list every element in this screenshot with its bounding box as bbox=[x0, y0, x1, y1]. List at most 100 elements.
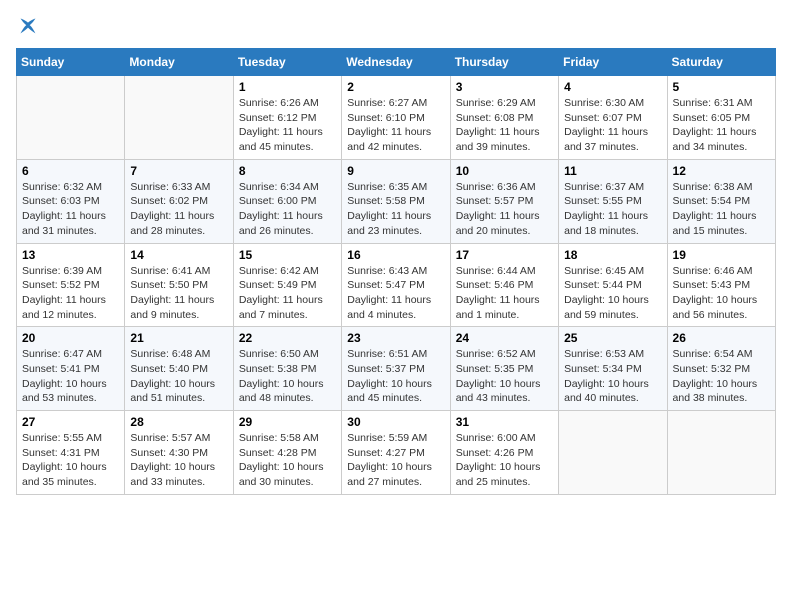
calendar-cell: 29 Sunrise: 5:58 AMSunset: 4:28 PMDayligh… bbox=[233, 411, 341, 495]
day-info: Sunrise: 6:34 AMSunset: 6:00 PMDaylight:… bbox=[239, 180, 336, 239]
day-number: 28 bbox=[130, 415, 227, 429]
calendar-cell: 22 Sunrise: 6:50 AMSunset: 5:38 PMDayligh… bbox=[233, 327, 341, 411]
calendar-cell: 30 Sunrise: 5:59 AMSunset: 4:27 PMDayligh… bbox=[342, 411, 450, 495]
day-info: Sunrise: 6:27 AMSunset: 6:10 PMDaylight:… bbox=[347, 96, 444, 155]
day-number: 29 bbox=[239, 415, 336, 429]
day-number: 9 bbox=[347, 164, 444, 178]
day-info: Sunrise: 6:47 AMSunset: 5:41 PMDaylight:… bbox=[22, 347, 119, 406]
day-info: Sunrise: 6:50 AMSunset: 5:38 PMDaylight:… bbox=[239, 347, 336, 406]
day-info: Sunrise: 6:39 AMSunset: 5:52 PMDaylight:… bbox=[22, 264, 119, 323]
day-info: Sunrise: 6:43 AMSunset: 5:47 PMDaylight:… bbox=[347, 264, 444, 323]
day-number: 3 bbox=[456, 80, 553, 94]
calendar-cell: 19 Sunrise: 6:46 AMSunset: 5:43 PMDayligh… bbox=[667, 243, 775, 327]
day-number: 30 bbox=[347, 415, 444, 429]
weekday-header-tuesday: Tuesday bbox=[233, 49, 341, 76]
day-number: 13 bbox=[22, 248, 119, 262]
calendar-cell bbox=[17, 76, 125, 160]
weekday-header-sunday: Sunday bbox=[17, 49, 125, 76]
day-info: Sunrise: 5:59 AMSunset: 4:27 PMDaylight:… bbox=[347, 431, 444, 490]
day-info: Sunrise: 5:57 AMSunset: 4:30 PMDaylight:… bbox=[130, 431, 227, 490]
day-info: Sunrise: 6:29 AMSunset: 6:08 PMDaylight:… bbox=[456, 96, 553, 155]
day-number: 21 bbox=[130, 331, 227, 345]
day-info: Sunrise: 6:38 AMSunset: 5:54 PMDaylight:… bbox=[673, 180, 770, 239]
day-number: 19 bbox=[673, 248, 770, 262]
logo bbox=[16, 16, 38, 36]
day-info: Sunrise: 6:32 AMSunset: 6:03 PMDaylight:… bbox=[22, 180, 119, 239]
day-number: 6 bbox=[22, 164, 119, 178]
calendar-cell: 26 Sunrise: 6:54 AMSunset: 5:32 PMDayligh… bbox=[667, 327, 775, 411]
day-info: Sunrise: 6:31 AMSunset: 6:05 PMDaylight:… bbox=[673, 96, 770, 155]
calendar-cell: 17 Sunrise: 6:44 AMSunset: 5:46 PMDayligh… bbox=[450, 243, 558, 327]
calendar-table: SundayMondayTuesdayWednesdayThursdayFrid… bbox=[16, 48, 776, 495]
day-number: 17 bbox=[456, 248, 553, 262]
calendar-cell: 11 Sunrise: 6:37 AMSunset: 5:55 PMDayligh… bbox=[559, 159, 667, 243]
day-info: Sunrise: 6:45 AMSunset: 5:44 PMDaylight:… bbox=[564, 264, 661, 323]
day-number: 2 bbox=[347, 80, 444, 94]
day-number: 7 bbox=[130, 164, 227, 178]
calendar-cell: 23 Sunrise: 6:51 AMSunset: 5:37 PMDayligh… bbox=[342, 327, 450, 411]
day-info: Sunrise: 6:41 AMSunset: 5:50 PMDaylight:… bbox=[130, 264, 227, 323]
weekday-header-monday: Monday bbox=[125, 49, 233, 76]
day-info: Sunrise: 6:26 AMSunset: 6:12 PMDaylight:… bbox=[239, 96, 336, 155]
day-number: 26 bbox=[673, 331, 770, 345]
calendar-week-1: 1 Sunrise: 6:26 AMSunset: 6:12 PMDaylight… bbox=[17, 76, 776, 160]
day-number: 11 bbox=[564, 164, 661, 178]
day-info: Sunrise: 6:48 AMSunset: 5:40 PMDaylight:… bbox=[130, 347, 227, 406]
day-info: Sunrise: 6:51 AMSunset: 5:37 PMDaylight:… bbox=[347, 347, 444, 406]
day-info: Sunrise: 6:44 AMSunset: 5:46 PMDaylight:… bbox=[456, 264, 553, 323]
calendar-cell bbox=[125, 76, 233, 160]
calendar-cell: 21 Sunrise: 6:48 AMSunset: 5:40 PMDayligh… bbox=[125, 327, 233, 411]
day-number: 24 bbox=[456, 331, 553, 345]
day-info: Sunrise: 5:55 AMSunset: 4:31 PMDaylight:… bbox=[22, 431, 119, 490]
day-number: 15 bbox=[239, 248, 336, 262]
calendar-cell: 25 Sunrise: 6:53 AMSunset: 5:34 PMDayligh… bbox=[559, 327, 667, 411]
weekday-header-friday: Friday bbox=[559, 49, 667, 76]
calendar-cell: 13 Sunrise: 6:39 AMSunset: 5:52 PMDayligh… bbox=[17, 243, 125, 327]
calendar-cell: 24Sunrise: 6:52 AMSunset: 5:35 PMDayligh… bbox=[450, 327, 558, 411]
calendar-cell: 20 Sunrise: 6:47 AMSunset: 5:41 PMDayligh… bbox=[17, 327, 125, 411]
calendar-cell: 5 Sunrise: 6:31 AMSunset: 6:05 PMDaylight… bbox=[667, 76, 775, 160]
day-number: 23 bbox=[347, 331, 444, 345]
day-number: 31 bbox=[456, 415, 553, 429]
day-number: 14 bbox=[130, 248, 227, 262]
calendar-week-5: 27 Sunrise: 5:55 AMSunset: 4:31 PMDayligh… bbox=[17, 411, 776, 495]
calendar-cell: 3 Sunrise: 6:29 AMSunset: 6:08 PMDaylight… bbox=[450, 76, 558, 160]
day-number: 10 bbox=[456, 164, 553, 178]
calendar-cell: 9Sunrise: 6:35 AMSunset: 5:58 PMDaylight… bbox=[342, 159, 450, 243]
day-info: Sunrise: 5:58 AMSunset: 4:28 PMDaylight:… bbox=[239, 431, 336, 490]
calendar-cell: 7 Sunrise: 6:33 AMSunset: 6:02 PMDaylight… bbox=[125, 159, 233, 243]
page-header bbox=[16, 16, 776, 36]
logo-bird-icon bbox=[18, 16, 38, 36]
calendar-cell: 14 Sunrise: 6:41 AMSunset: 5:50 PMDayligh… bbox=[125, 243, 233, 327]
day-info: Sunrise: 6:37 AMSunset: 5:55 PMDaylight:… bbox=[564, 180, 661, 239]
calendar-week-3: 13 Sunrise: 6:39 AMSunset: 5:52 PMDayligh… bbox=[17, 243, 776, 327]
calendar-cell: 12Sunrise: 6:38 AMSunset: 5:54 PMDayligh… bbox=[667, 159, 775, 243]
day-number: 16 bbox=[347, 248, 444, 262]
day-number: 18 bbox=[564, 248, 661, 262]
day-number: 5 bbox=[673, 80, 770, 94]
day-info: Sunrise: 6:36 AMSunset: 5:57 PMDaylight:… bbox=[456, 180, 553, 239]
calendar-cell: 18 Sunrise: 6:45 AMSunset: 5:44 PMDayligh… bbox=[559, 243, 667, 327]
day-number: 1 bbox=[239, 80, 336, 94]
day-number: 22 bbox=[239, 331, 336, 345]
day-info: Sunrise: 6:42 AMSunset: 5:49 PMDaylight:… bbox=[239, 264, 336, 323]
day-info: Sunrise: 6:54 AMSunset: 5:32 PMDaylight:… bbox=[673, 347, 770, 406]
calendar-cell: 8Sunrise: 6:34 AMSunset: 6:00 PMDaylight… bbox=[233, 159, 341, 243]
calendar-cell: 1 Sunrise: 6:26 AMSunset: 6:12 PMDaylight… bbox=[233, 76, 341, 160]
calendar-cell: 4 Sunrise: 6:30 AMSunset: 6:07 PMDaylight… bbox=[559, 76, 667, 160]
weekday-header-wednesday: Wednesday bbox=[342, 49, 450, 76]
day-info: Sunrise: 6:53 AMSunset: 5:34 PMDaylight:… bbox=[564, 347, 661, 406]
day-info: Sunrise: 6:46 AMSunset: 5:43 PMDaylight:… bbox=[673, 264, 770, 323]
day-number: 27 bbox=[22, 415, 119, 429]
day-info: Sunrise: 6:33 AMSunset: 6:02 PMDaylight:… bbox=[130, 180, 227, 239]
weekday-header-row: SundayMondayTuesdayWednesdayThursdayFrid… bbox=[17, 49, 776, 76]
day-info: Sunrise: 6:00 AMSunset: 4:26 PMDaylight:… bbox=[456, 431, 553, 490]
day-number: 20 bbox=[22, 331, 119, 345]
calendar-cell: 2 Sunrise: 6:27 AMSunset: 6:10 PMDaylight… bbox=[342, 76, 450, 160]
day-info: Sunrise: 6:30 AMSunset: 6:07 PMDaylight:… bbox=[564, 96, 661, 155]
day-number: 4 bbox=[564, 80, 661, 94]
calendar-cell: 31 Sunrise: 6:00 AMSunset: 4:26 PMDayligh… bbox=[450, 411, 558, 495]
calendar-cell: 6 Sunrise: 6:32 AMSunset: 6:03 PMDaylight… bbox=[17, 159, 125, 243]
calendar-cell: 27 Sunrise: 5:55 AMSunset: 4:31 PMDayligh… bbox=[17, 411, 125, 495]
day-number: 25 bbox=[564, 331, 661, 345]
